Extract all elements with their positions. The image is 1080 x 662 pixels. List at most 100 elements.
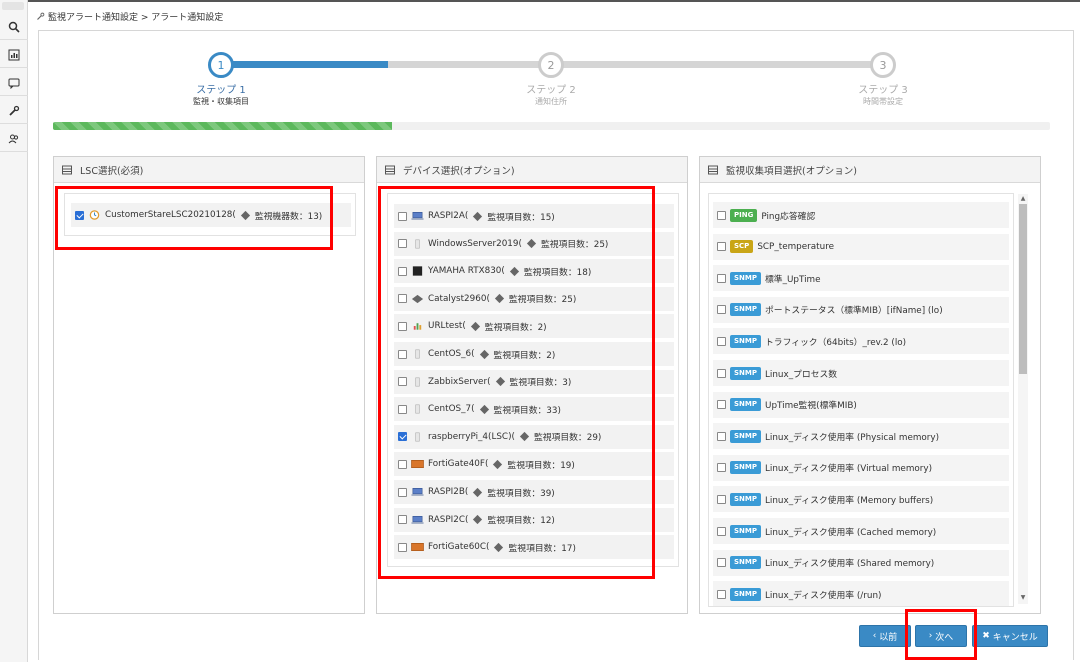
- items-scrollbar[interactable]: ▲ ▼: [1018, 194, 1028, 604]
- monitor-item[interactable]: SNMP 標準_UpTime: [713, 265, 1009, 292]
- device-item-count: 監視項目数：29): [533, 433, 602, 444]
- clock-icon: [89, 210, 100, 220]
- prev-button[interactable]: ‹ 以前: [859, 625, 911, 647]
- step-1-title: ステップ 1: [196, 85, 246, 96]
- device-item-label: raspberryPi_4(LSC)(: [428, 431, 515, 442]
- device-item[interactable]: raspberryPi_4(LSC)( 監視項目数：29): [394, 424, 674, 449]
- device-checkbox[interactable]: [398, 515, 407, 525]
- device-checkbox[interactable]: [398, 239, 407, 249]
- monitor-item-checkbox[interactable]: [717, 431, 726, 441]
- monitor-item-checkbox[interactable]: [717, 273, 726, 283]
- device-checkbox[interactable]: [398, 321, 407, 331]
- device-item-count: 監視項目数：2): [493, 350, 556, 361]
- device-checkbox[interactable]: [398, 459, 407, 469]
- scroll-up-arrow[interactable]: ▲: [1019, 195, 1027, 203]
- monitor-item[interactable]: SNMP UpTime監視(標準MIB): [713, 391, 1009, 418]
- laptop-icon: [411, 515, 424, 525]
- monitor-item-checkbox[interactable]: [717, 242, 726, 252]
- device-checkbox[interactable]: [398, 211, 407, 221]
- step-2-circle[interactable]: 2: [538, 52, 564, 78]
- monitor-item-label: 標準_UpTime: [765, 274, 821, 285]
- device-icon: [470, 321, 481, 332]
- monitor-item-label: SCP_temperature: [757, 241, 835, 252]
- monitor-item[interactable]: SCP SCP_temperature: [713, 233, 1009, 260]
- lsc-item-label: CustomerStareLSC20210128(: [105, 210, 236, 220]
- device-checkbox[interactable]: [398, 542, 407, 552]
- cancel-button[interactable]: ✖ キャンセル: [972, 625, 1048, 647]
- server-icon: [411, 239, 424, 249]
- scroll-down-arrow[interactable]: ▼: [1019, 594, 1027, 602]
- device-item[interactable]: CentOS_6(監視項目数：2): [394, 342, 674, 366]
- monitor-item-checkbox[interactable]: [717, 305, 726, 315]
- device-item-count: 監視項目数：15): [487, 212, 555, 223]
- progress-bar-fill: [53, 122, 392, 130]
- step-3-circle[interactable]: 3: [870, 52, 896, 78]
- device-item-count: 監視項目数：17): [508, 543, 576, 554]
- users-icon[interactable]: [0, 126, 28, 152]
- monitor-item-label: Linux_ディスク使用率 (/run): [765, 590, 882, 601]
- protocol-badge: SNMP: [730, 556, 761, 570]
- protocol-badge: SCP: [730, 240, 754, 254]
- device-item-count: 監視項目数：25): [540, 240, 609, 251]
- next-button[interactable]: › 次へ: [915, 625, 967, 647]
- device-panel: デバイス選択(オプション) RASPI2A(監視項目数：15) WindowsSe…: [376, 156, 688, 614]
- device-item[interactable]: Catalyst2960(監視項目数：25): [394, 286, 674, 311]
- device-item[interactable]: YAMAHA RTX830(監視項目数：18): [394, 259, 674, 284]
- device-item[interactable]: ZabbixServer(監視項目数：3): [394, 369, 674, 394]
- monitor-item-checkbox[interactable]: [717, 526, 726, 536]
- device-item-count: 監視項目数：33): [493, 405, 561, 416]
- monitor-item-checkbox[interactable]: [717, 558, 726, 568]
- device-item[interactable]: FortiGate60C( 監視項目数：17): [394, 535, 674, 560]
- wrench-icon[interactable]: [0, 98, 28, 124]
- step-1-circle[interactable]: 1: [208, 52, 234, 78]
- monitor-item-checkbox[interactable]: [717, 463, 726, 473]
- device-checkbox[interactable]: [398, 266, 407, 276]
- device-item-label: FortiGate60C(: [428, 542, 490, 553]
- device-item[interactable]: RASPI2A(監視項目数：15): [394, 204, 674, 228]
- scroll-thumb[interactable]: [1019, 204, 1027, 374]
- monitor-item-checkbox[interactable]: [717, 589, 726, 599]
- device-checkbox[interactable]: [398, 349, 407, 359]
- comment-icon[interactable]: [0, 70, 28, 96]
- monitor-item-checkbox[interactable]: [717, 400, 726, 410]
- monitor-item-checkbox[interactable]: [717, 494, 726, 504]
- monitor-item[interactable]: SNMP トラフィック（64bits）_rev.2 (lo): [713, 328, 1009, 355]
- monitor-item[interactable]: PING Ping応答確認: [713, 202, 1009, 228]
- dashboard-icon[interactable]: [0, 42, 28, 68]
- monitor-item-checkbox[interactable]: [717, 210, 726, 220]
- device-item[interactable]: WindowsServer2019(監視項目数：25): [394, 231, 674, 256]
- monitor-item[interactable]: SNMP ポートステータス（標準MIB）[ifName] (lo): [713, 296, 1009, 323]
- device-checkbox[interactable]: [398, 294, 407, 304]
- device-item-count: 監視項目数：19): [507, 460, 575, 471]
- firewall-icon: [411, 459, 424, 469]
- monitor-item[interactable]: SNMP Linux_プロセス数: [713, 360, 1009, 386]
- device-item-label: CentOS_7(: [428, 404, 475, 415]
- device-checkbox[interactable]: [398, 377, 407, 387]
- monitor-item-checkbox[interactable]: [717, 336, 726, 346]
- device-item[interactable]: FortiGate40F(監視項目数：19): [394, 452, 674, 477]
- table-icon: [62, 165, 72, 174]
- device-item[interactable]: URLtest(監視項目数：2): [394, 314, 674, 339]
- lsc-checkbox[interactable]: [75, 210, 84, 220]
- search-icon[interactable]: [0, 14, 28, 40]
- protocol-badge: SNMP: [730, 271, 761, 285]
- monitor-item[interactable]: SNMP Linux_ディスク使用率 (Memory buffers): [713, 486, 1009, 513]
- device-item[interactable]: CentOS_7( 監視項目数：33): [394, 397, 674, 422]
- server-icon: [411, 404, 424, 414]
- device-item-count: 監視項目数：12): [487, 516, 555, 527]
- monitor-item[interactable]: SNMP Linux_ディスク使用率 (Virtual memory): [713, 454, 1009, 481]
- monitor-item[interactable]: SNMP Linux_ディスク使用率 (Shared memory): [713, 549, 1009, 576]
- device-checkbox[interactable]: [398, 487, 407, 497]
- monitor-item[interactable]: SNMP Linux_ディスク使用率 (Physical memory): [713, 423, 1009, 450]
- device-item-label: RASPI2B(: [428, 487, 469, 497]
- device-checkbox[interactable]: [398, 404, 407, 414]
- device-item[interactable]: RASPI2B(監視項目数：39): [394, 480, 674, 504]
- device-panel-title: デバイス選択(オプション): [403, 165, 515, 177]
- monitor-item[interactable]: SNMP Linux_ディスク使用率 (/run): [713, 581, 1009, 606]
- device-item[interactable]: RASPI2C(監視項目数：12): [394, 507, 674, 532]
- monitor-item-checkbox[interactable]: [717, 368, 726, 378]
- lsc-item[interactable]: CustomerStareLSC20210128( 監視機器数：13): [71, 203, 351, 227]
- server-icon: [411, 432, 424, 442]
- device-checkbox[interactable]: [398, 432, 407, 442]
- monitor-item[interactable]: SNMP Linux_ディスク使用率 (Cached memory): [713, 518, 1009, 544]
